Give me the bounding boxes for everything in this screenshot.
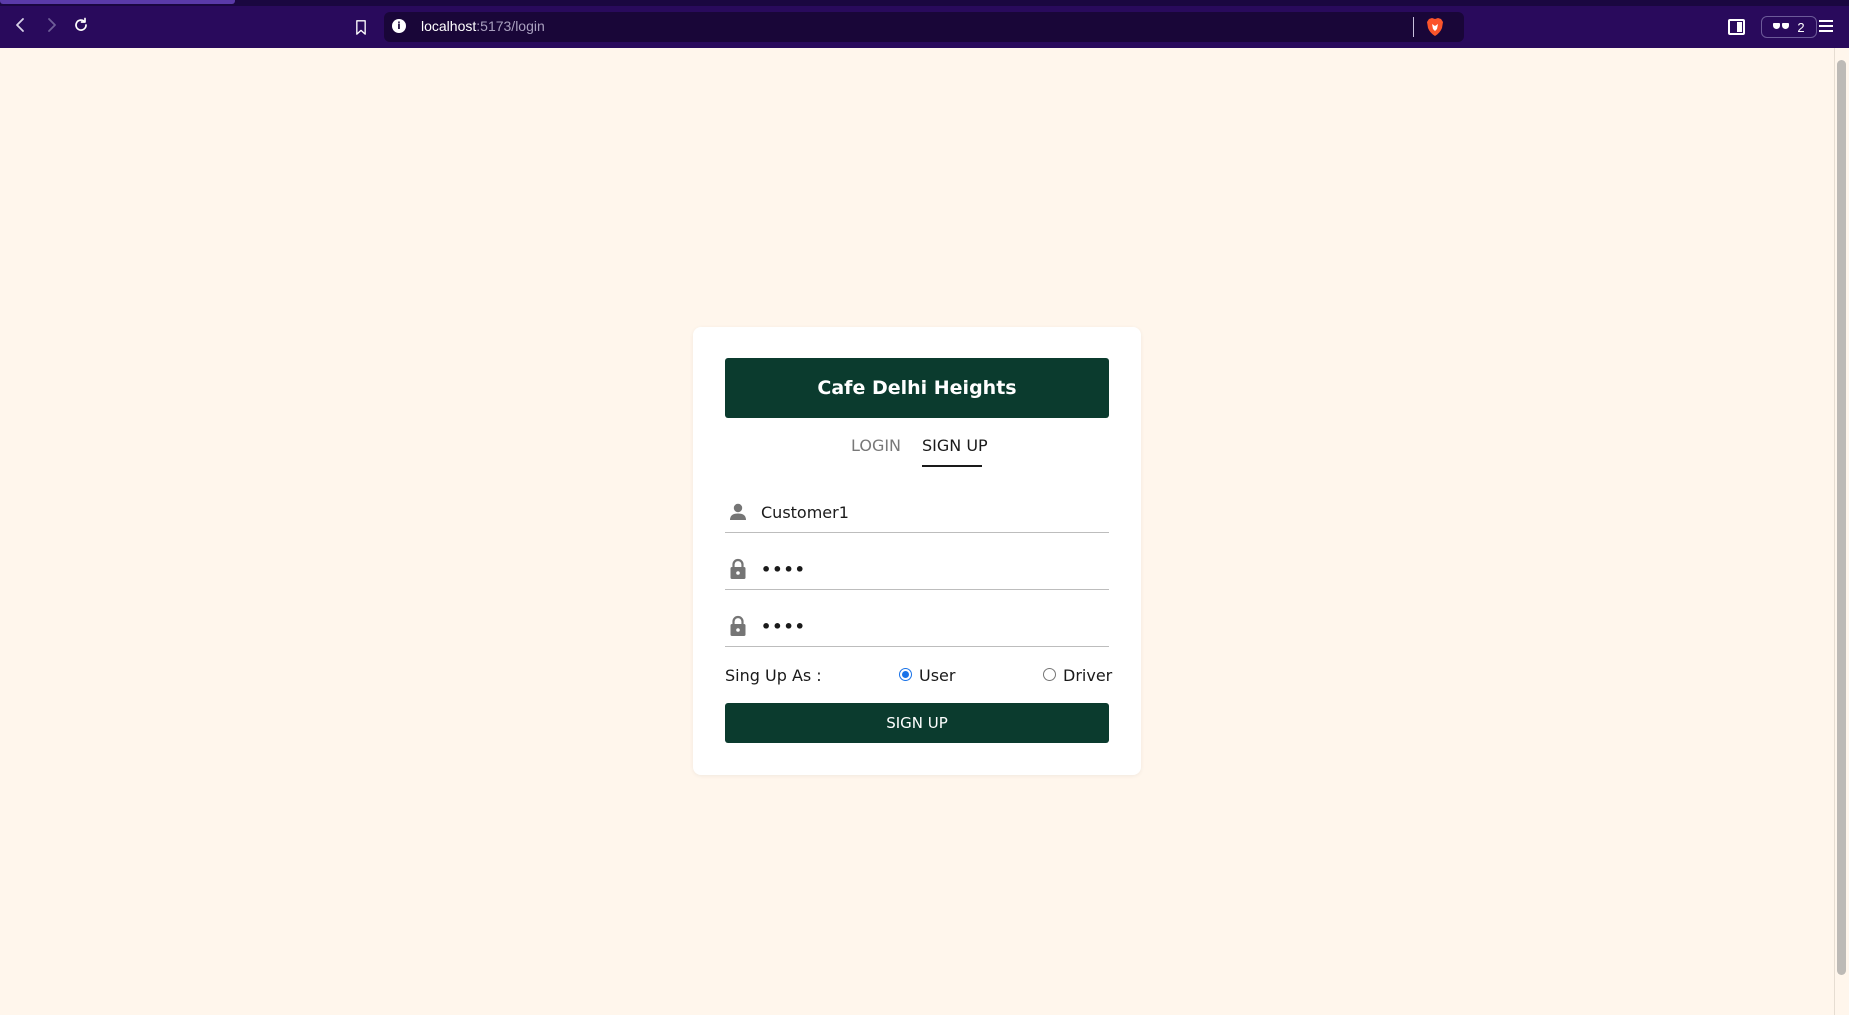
role-user-radio[interactable] (899, 668, 912, 681)
brave-shields-icon[interactable] (1426, 17, 1444, 37)
site-info-icon[interactable]: i (392, 19, 406, 33)
sidebar-toggle-icon[interactable] (1728, 19, 1745, 35)
back-icon[interactable] (10, 14, 32, 36)
active-tab-underline (922, 465, 982, 467)
scrollbar-thumb[interactable] (1837, 60, 1846, 975)
address-bar[interactable] (384, 12, 1464, 42)
url-path: :5173/login (476, 18, 545, 34)
tab-login[interactable]: LOGIN (851, 436, 901, 455)
url-host: localhost (421, 18, 477, 34)
glasses-icon (1773, 23, 1790, 31)
menu-icon[interactable] (1819, 20, 1833, 32)
confirm-password-value: •••• (761, 617, 806, 636)
confirm-password-field[interactable]: •••• (725, 607, 1109, 647)
person-icon (728, 501, 748, 523)
active-tab-indicator (0, 0, 235, 4)
address-bar-divider (1413, 17, 1414, 37)
tab-signup[interactable]: SIGN UP (922, 436, 988, 455)
role-user-label[interactable]: User (919, 666, 955, 685)
username-field[interactable]: Customer1 (725, 493, 1109, 533)
lock-icon (728, 558, 748, 580)
role-driver-label[interactable]: Driver (1063, 666, 1112, 685)
tab-strip (0, 0, 1849, 6)
lock-icon (728, 615, 748, 637)
bookmark-icon[interactable] (350, 16, 372, 38)
wallet-button[interactable]: 2 (1761, 16, 1817, 38)
password-value: •••• (761, 560, 806, 579)
signup-button[interactable]: SIGN UP (725, 703, 1109, 743)
password-field[interactable]: •••• (725, 550, 1109, 590)
reload-icon[interactable] (70, 14, 92, 36)
forward-icon[interactable] (40, 14, 62, 36)
wallet-count: 2 (1797, 19, 1805, 35)
signup-role-label: Sing Up As : (725, 666, 822, 685)
url-text[interactable]: localhost:5173/login (421, 18, 545, 34)
role-driver-radio[interactable] (1043, 668, 1056, 681)
username-value: Customer1 (761, 503, 849, 522)
brand-title: Cafe Delhi Heights (725, 358, 1109, 418)
